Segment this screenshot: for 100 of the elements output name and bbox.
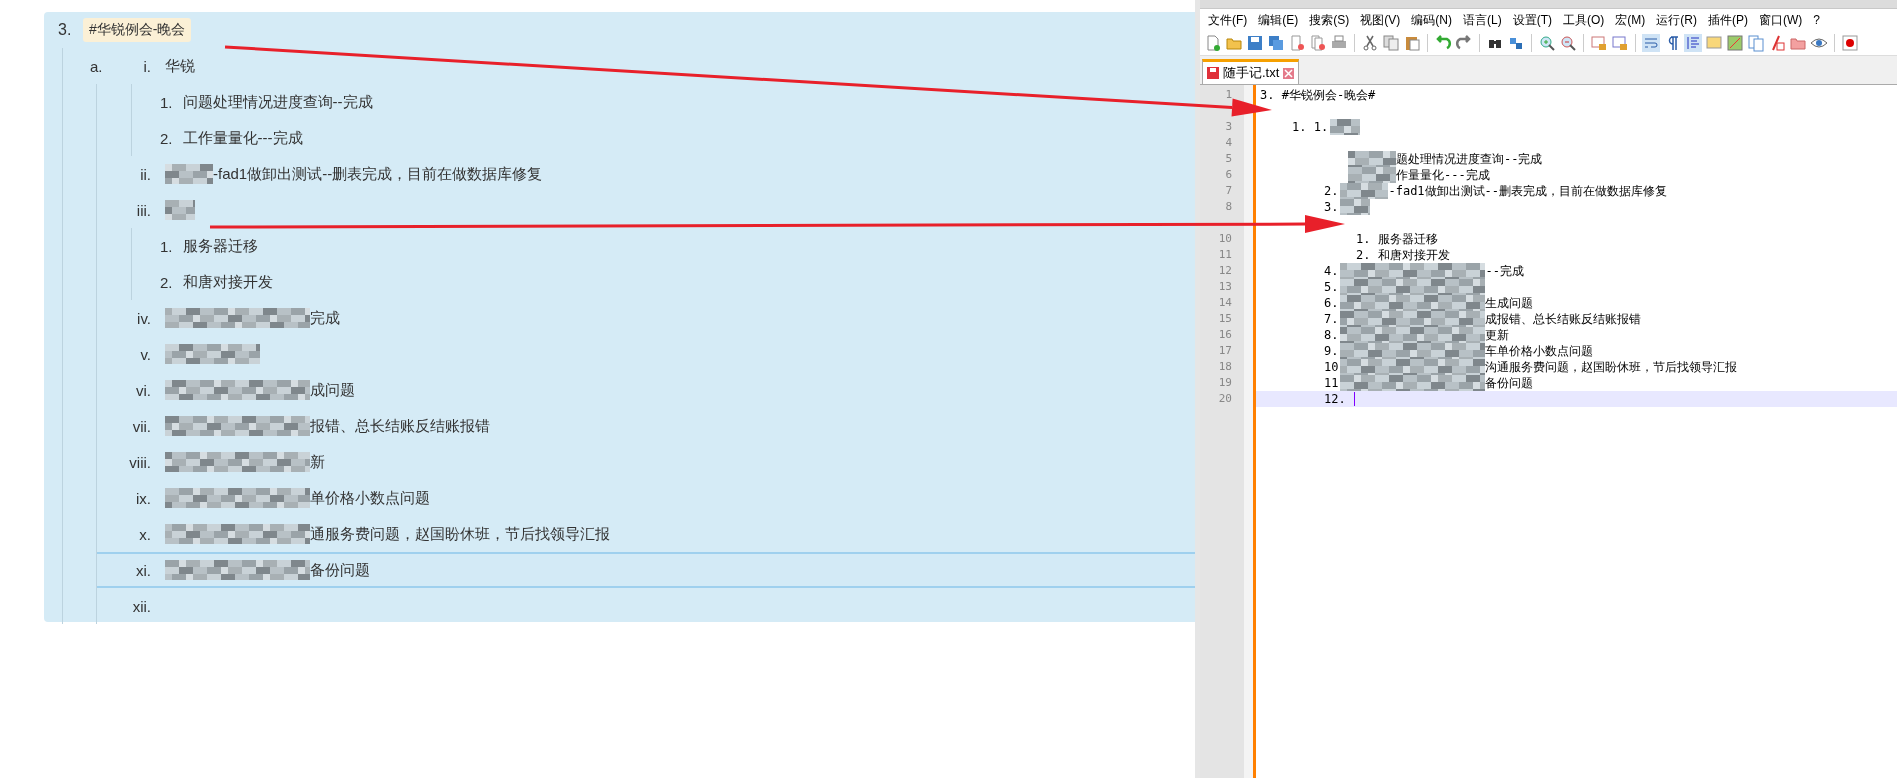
menu-item[interactable]: 文件(F) [1208,11,1248,29]
line-number: 19 [1217,375,1233,391]
map-icon[interactable] [1726,34,1744,52]
code-text: 7. [1324,312,1339,326]
code-text: 车单价格小数点问题 [1485,342,1594,360]
list-marker: i. [142,57,151,75]
new-file-icon[interactable] [1204,34,1222,52]
code-text: 3. [1324,200,1339,214]
line-number: 8 [1224,199,1233,215]
item-text: -fad1做卸出测试--删表完成，目前在做数据库修复 [213,164,543,184]
list-marker: iv. [136,309,151,327]
code-text: 题处理情况进度查询--完成 [1396,150,1543,168]
file-tab[interactable]: 随手记.txt [1202,59,1300,84]
documents-icon[interactable] [1747,34,1765,52]
item-text: 备份问题 [310,560,370,580]
window-lock-icon[interactable] [1590,34,1608,52]
line-number: 10 [1217,231,1233,247]
close-file-icon[interactable] [1288,34,1306,52]
code-text: 备份问题 [1485,374,1534,392]
cut-icon[interactable] [1361,34,1379,52]
item-text: 工作量量化---完成 [182,128,303,148]
menu-item[interactable]: 设置(T) [1512,11,1552,29]
item-text: 华锐 [165,56,195,76]
menu-item[interactable]: 视图(V) [1360,11,1401,29]
indent-guide-icon[interactable] [1684,34,1702,52]
list-marker: viii. [128,453,151,471]
list-marker: iii. [135,201,151,219]
list-marker: 2. [160,273,173,291]
list-marker: xi. [135,561,151,579]
code-text: 更新 [1485,326,1510,344]
code-text: 沟通服务费问题，赵国盼休班，节后找领导汇报 [1485,358,1738,376]
pixelated-redaction [1330,119,1361,135]
code-text: 1. [1356,232,1371,246]
line-number: 12 [1217,263,1233,279]
list-marker: v. [139,345,151,363]
menu-item[interactable]: 工具(O) [1563,11,1605,29]
code-text: -fad1做卸出测试--删表完成，目前在做数据库修复 [1388,182,1668,200]
list-marker: ii. [139,165,151,183]
code-text: 作量量化---完成 [1396,166,1490,184]
code-text: 8. [1324,328,1339,342]
list-marker: ix. [135,489,151,507]
menu-item[interactable]: 编码(N) [1411,11,1452,29]
line-number: 17 [1217,343,1233,359]
window-lock-icon[interactable] [1611,34,1629,52]
code-text: 9. [1324,344,1339,358]
menu-item[interactable]: 编辑(E) [1258,11,1299,29]
zoom-in-icon[interactable] [1538,34,1556,52]
item-text: 和唐对接开发 [182,272,273,292]
item-text: 问题处理情况进度查询--完成 [182,92,373,112]
redo-icon[interactable] [1455,34,1473,52]
line-number: 5 [1224,151,1233,167]
line-number: 18 [1217,359,1233,375]
code-text: 12. [1324,392,1346,406]
code-text: 6. [1324,296,1339,310]
menu-item[interactable]: 插件(P) [1708,11,1748,29]
save-icon [1207,67,1219,79]
close-all-icon[interactable] [1309,34,1327,52]
tag-label[interactable]: #华锐例会-晚会 [83,18,192,42]
list-marker: vii. [131,417,151,435]
line-number: 7 [1224,183,1233,199]
line-number: 16 [1217,327,1233,343]
item-text: 通服务费问题，赵国盼休班，节后找领导汇报 [310,524,610,544]
line-number: 13 [1217,279,1233,295]
copy-icon[interactable] [1382,34,1400,52]
line-number: 6 [1224,167,1233,183]
list-marker: xii. [131,597,151,615]
code-text: 1. 1. [1292,120,1329,134]
code-text: 生成问题 [1485,294,1534,312]
menu-item[interactable]: 运行(R) [1656,11,1697,29]
menu-item[interactable]: 搜索(S) [1309,11,1350,29]
line-number: 15 [1217,311,1233,327]
paste-icon[interactable] [1403,34,1421,52]
close-icon[interactable] [1283,67,1295,79]
zoom-out-icon[interactable] [1559,34,1577,52]
item-text: 新 [310,452,325,472]
line-number: 20 [1217,391,1233,407]
pixelated-redaction [1348,167,1396,183]
code-text: 4. [1324,264,1339,278]
menu-item[interactable]: ? [1813,13,1820,27]
line-number: 11 [1217,247,1233,263]
undo-icon[interactable] [1434,34,1452,52]
code-text: --完成 [1485,262,1524,280]
pixelated-redaction [1348,151,1396,167]
code-text: 和唐对接开发 [1378,246,1451,264]
list-marker: 2. [160,129,173,147]
code-text: 11 [1324,376,1339,390]
line-number: 4 [1224,135,1233,151]
language-icon[interactable] [1705,34,1723,52]
save-icon[interactable] [1246,34,1264,52]
code-text: 服务器迁移 [1378,230,1439,248]
code-text: 5. [1324,280,1339,294]
menu-item[interactable]: 宏(M) [1615,11,1646,29]
record-icon[interactable] [1841,34,1859,52]
pixelated-redaction [165,164,213,184]
save-all-icon[interactable] [1267,34,1285,52]
code-text: 3. #华锐例会-晚会# [1260,86,1376,104]
item-text: 服务器迁移 [182,236,258,256]
list-marker: a. [90,57,102,75]
menu-item[interactable]: 语言(L) [1463,11,1502,29]
menu-item[interactable]: 窗口(W) [1759,11,1803,29]
